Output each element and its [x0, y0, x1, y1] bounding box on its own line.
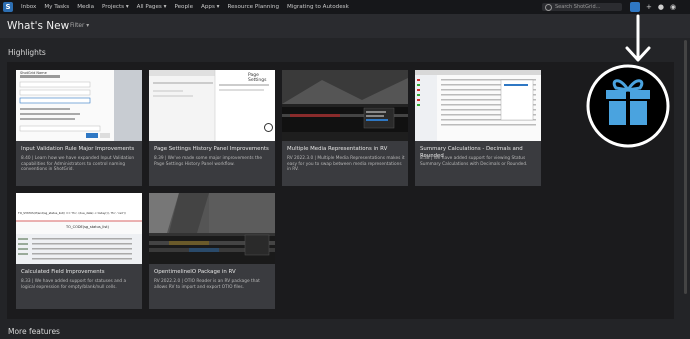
card-description: RV 2022.3.0 | Multiple Media Representat… — [287, 156, 405, 173]
feature-card-6[interactable]: OpentimelineIO Package in RV RV 2022.2.0… — [149, 193, 275, 309]
nav-resource-planning[interactable]: Resource Planning — [223, 4, 283, 10]
thumbnail-formula: TO_STATUS(if(and(sg_status_list)) == 'fi… — [18, 211, 126, 215]
card-title: Input Validation Rule Major Improvements — [21, 146, 135, 152]
close-icon — [264, 123, 273, 132]
nav-apps[interactable]: Apps ▾ — [197, 4, 223, 10]
nav-projects[interactable]: Projects ▾ — [98, 4, 133, 10]
thumbnail-code: TO_CODE(sg_status_list) — [66, 225, 109, 229]
card-thumbnail — [149, 193, 275, 264]
card-title: Calculated Field Improvements — [21, 269, 105, 275]
highlights-heading: Highlights — [8, 48, 46, 57]
nav-people[interactable]: People — [170, 4, 197, 10]
filter-dropdown[interactable]: Filter ▾ — [70, 23, 89, 29]
thumbnail-caption: Page Settings — [248, 73, 267, 83]
card-thumbnail — [282, 70, 408, 141]
card-description: 8.33 | We have added support for statuse… — [21, 279, 127, 290]
card-title: Page Settings History Panel Improvements — [154, 146, 269, 152]
feature-card-2[interactable]: Page Settings Page Settings History Pane… — [149, 70, 275, 186]
card-description: 8.39 | We've made some major improvement… — [154, 156, 263, 167]
card-description: RV 2022.2.0 | OTIO Reader is an RV packa… — [154, 279, 260, 290]
shotgrid-logo-icon[interactable]: S — [3, 2, 13, 12]
card-description: 8.40 | Learn how we have expanded Input … — [21, 156, 135, 173]
nav-inbox[interactable]: Inbox — [17, 4, 40, 10]
card-title: Multiple Media Representations in RV — [287, 146, 388, 152]
more-features-heading: More features — [8, 327, 60, 336]
nav-media[interactable]: Media — [73, 4, 98, 10]
nav-migrating[interactable]: Migrating to Autodesk — [283, 4, 353, 10]
page-title: What's New — [7, 20, 70, 32]
feature-card-1[interactable]: ShotGrid Name Input Validation Rule Majo… — [16, 70, 142, 186]
card-title: OpentimelineIO Package in RV — [154, 269, 236, 275]
feature-card-3[interactable]: Multiple Media Representations in RV RV … — [282, 70, 408, 186]
highlights-panel: ShotGrid Name Input Validation Rule Majo… — [7, 14, 674, 319]
card-thumbnail — [415, 70, 541, 141]
card-description: 8.38 | We have added support for viewing… — [420, 156, 528, 167]
card-thumbnail: TO_STATUS(if(and(sg_status_list)) == 'fi… — [16, 193, 142, 264]
feature-card-5[interactable]: TO_STATUS(if(and(sg_status_list)) == 'fi… — [16, 193, 142, 309]
nav-all-pages[interactable]: All Pages ▾ — [133, 4, 171, 10]
feature-card-4[interactable]: Summary Calculations - Decimals and Roun… — [415, 70, 541, 186]
app-window: S Inbox My Tasks Media Projects ▾ All Pa… — [0, 0, 690, 339]
card-thumbnail: ShotGrid Name — [16, 70, 142, 141]
card-thumbnail: Page Settings — [149, 70, 275, 141]
nav-my-tasks[interactable]: My Tasks — [40, 4, 73, 10]
search-icon — [545, 3, 552, 11]
page-scrollbar[interactable] — [684, 40, 687, 294]
thumbnail-caption: ShotGrid Name — [20, 71, 47, 75]
gift-callout-annotation — [586, 14, 670, 148]
